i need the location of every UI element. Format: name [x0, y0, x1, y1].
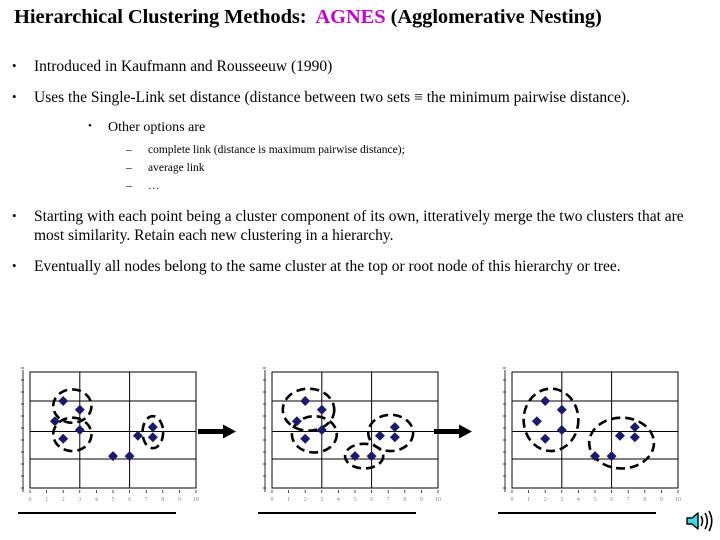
bullet-text: Eventually all nodes belong to the same …: [34, 257, 621, 275]
figure-underline: [18, 512, 176, 514]
scatter-plot-svg: 0 1 2 3 4 5 6 7 8 9 10: [263, 367, 441, 503]
bullet-marker: •: [88, 119, 92, 132]
dash-item: – complete link (distance is maximum pai…: [0, 143, 720, 157]
bullet-text: Starting with each point being a cluster…: [34, 207, 684, 244]
cluster-plot-step-1: 0 1 2 3 4 5 6 7 8 9 10: [10, 366, 210, 516]
x-axis-tick-label: 6: [128, 497, 131, 503]
x-axis-tick-label: 5: [594, 497, 597, 503]
dash-text: average link: [148, 161, 205, 174]
x-axis-tick-label: 7: [387, 497, 390, 503]
x-axis-tick-label: 9: [660, 497, 663, 503]
speaker-icon[interactable]: [684, 508, 714, 534]
x-axis-tick-label: 3: [560, 497, 563, 503]
x-axis-tick-label: 9: [420, 497, 423, 503]
x-axis-tick-label: 5: [112, 497, 115, 503]
page-title-suffix: (Agglomerative Nesting): [385, 6, 602, 28]
x-axis-tick-label: 6: [370, 497, 373, 503]
speaker-icon-glyph: [686, 510, 713, 532]
sub-bullet-item: • Other options are: [0, 120, 720, 137]
bullet-marker: •: [12, 257, 17, 273]
bullet-marker: •: [12, 207, 17, 223]
x-axis-tick-label: 1: [287, 497, 290, 503]
cluster-plot-step-2: 0 1 2 3 4 5 6 7 8 9 10: [252, 366, 452, 516]
dash-marker: –: [126, 143, 132, 156]
x-axis-tick-label: 2: [544, 497, 547, 503]
arrow-right-icon: [434, 424, 472, 439]
dash-item: – …: [0, 179, 720, 193]
dash-text: …: [148, 180, 160, 193]
x-axis-tick-label: 9: [178, 497, 181, 503]
x-axis-tick-label: 8: [161, 497, 164, 503]
x-axis-tick-label: 4: [95, 497, 98, 503]
bullet-text: Introduced in Kaufmann and Rousseeuw (19…: [34, 58, 333, 75]
bullet-item: • Introduced in Kaufmann and Rousseeuw (…: [0, 58, 698, 77]
page-title-accent: AGNES: [315, 6, 386, 28]
cluster-figure-row: 0 1 2 3 4 5 6 7 8 9 10 0 1 2 3 4 5 6 7 8 9 10 0 1 2 3 4 5 6 7 8 9 10: [0, 366, 720, 516]
x-axis-tick-label: 1: [527, 497, 530, 503]
x-axis-tick-label: 2: [62, 497, 65, 503]
dash-marker: –: [126, 180, 132, 193]
bullet-marker: •: [12, 88, 17, 104]
dash-text: complete link (distance is maximum pairw…: [148, 143, 405, 156]
x-axis-tick-label: 10: [675, 497, 681, 503]
x-axis-tick-label: 7: [145, 497, 148, 503]
merge-arrow-1: [196, 366, 242, 516]
figure-underline: [258, 512, 416, 514]
dash-item: – average link: [0, 161, 720, 175]
x-axis-tick-label: 2: [304, 497, 307, 503]
bullet-text: Uses the Single-Link set distance (dista…: [34, 88, 630, 106]
plot-frame: [271, 371, 439, 489]
x-axis-tick-label: 0: [29, 497, 32, 503]
bullet-item: • Uses the Single-Link set distance (dis…: [0, 89, 698, 108]
x-axis-tick-label: 4: [577, 497, 580, 503]
x-axis-tick-label: 3: [320, 497, 323, 503]
figure-underline: [498, 512, 656, 514]
x-axis-tick-label: 3: [78, 497, 81, 503]
scatter-plot-svg: 0 1 2 3 4 5 6 7 8 9 10: [503, 367, 681, 503]
page-title-prefix: Hierarchical Clustering Methods:: [14, 6, 316, 28]
x-axis-tick-label: 0: [511, 497, 514, 503]
x-axis-tick-label: 8: [643, 497, 646, 503]
merge-arrow-2: [432, 366, 478, 516]
scatter-plot-svg: 0 1 2 3 4 5 6 7 8 9 10: [21, 367, 199, 503]
page-title: Hierarchical Clustering Methods: AGNES (…: [14, 6, 714, 29]
x-axis-tick-label: 0: [271, 497, 274, 503]
bullet-item: • Eventually all nodes belong to the sam…: [0, 258, 698, 277]
bullet-marker: •: [12, 58, 17, 73]
x-axis-tick-label: 4: [337, 497, 340, 503]
x-axis-tick-label: 8: [403, 497, 406, 503]
x-axis-tick-label: 6: [610, 497, 613, 503]
x-axis-tick-label: 5: [354, 497, 357, 503]
sub-bullet-text: Other options are: [108, 119, 206, 135]
bullet-item: • Starting with each point being a clust…: [0, 208, 698, 246]
arrow-right-icon: [198, 424, 236, 439]
slide-body: • Introduced in Kaufmann and Rousseeuw (…: [0, 58, 720, 288]
cluster-plot-step-3: 0 1 2 3 4 5 6 7 8 9 10: [492, 366, 692, 516]
x-axis-tick-label: 1: [45, 497, 48, 503]
x-axis-tick-label: 7: [627, 497, 630, 503]
dash-marker: –: [126, 161, 132, 174]
